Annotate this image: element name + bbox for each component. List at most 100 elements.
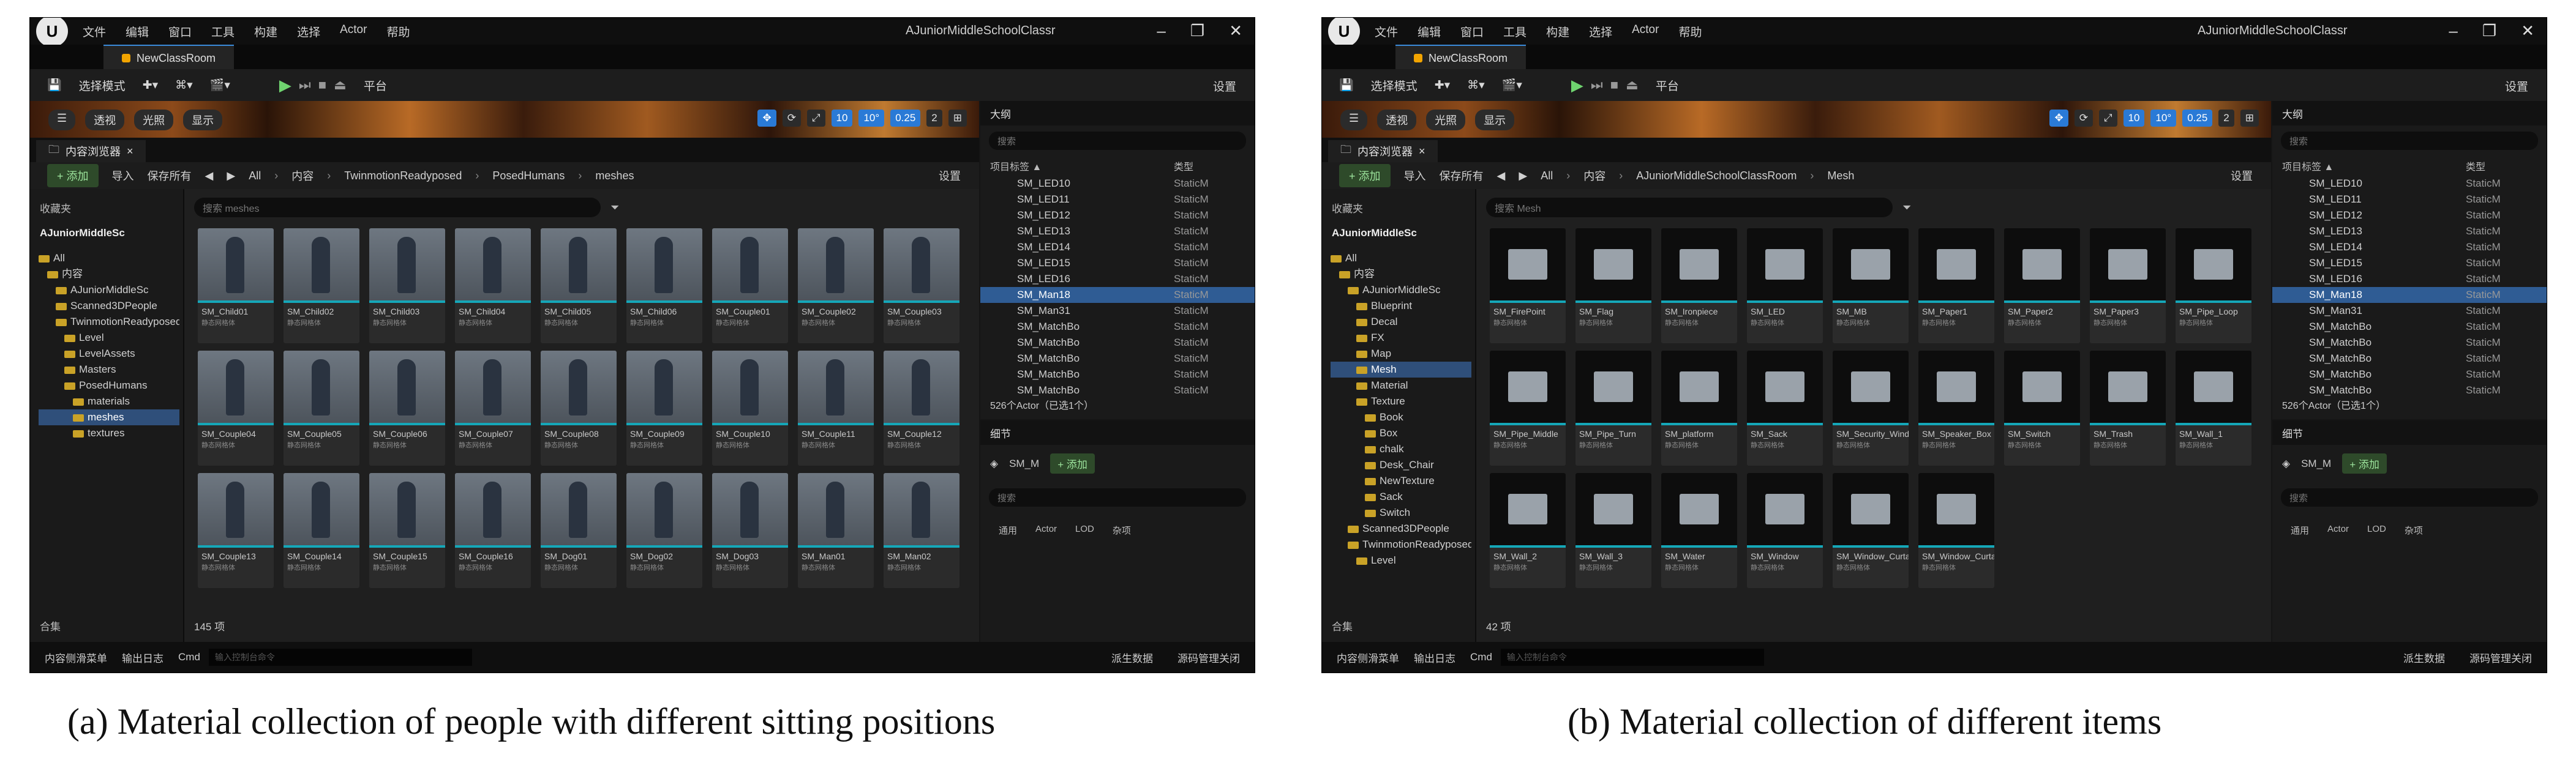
- outliner-row[interactable]: SM_LED14 StaticM: [2272, 239, 2547, 255]
- scale-icon[interactable]: ⤢: [2098, 110, 2117, 127]
- asset-tile[interactable]: SM_Couple12 静态网格体: [884, 351, 959, 466]
- add-button[interactable]: + 添加: [1339, 164, 1391, 187]
- step-icon[interactable]: ⏭: [299, 77, 311, 93]
- favorites-header[interactable]: 收藏夹: [40, 200, 71, 215]
- asset-tile[interactable]: SM_Couple05 静态网格体: [284, 351, 359, 466]
- history-back-icon[interactable]: ◀: [205, 170, 214, 182]
- scale-icon[interactable]: ⤢: [806, 110, 825, 127]
- folder-tree-item[interactable]: Map: [1331, 346, 1471, 362]
- breadcrumb-all[interactable]: All: [249, 170, 261, 182]
- asset-tile[interactable]: SM_Dog01 静态网格体: [541, 473, 617, 588]
- outliner-row[interactable]: SM_LED10 StaticM: [2272, 176, 2547, 192]
- asset-tile[interactable]: SM_Ironpiece 静态网格体: [1661, 228, 1737, 343]
- menu-item-5[interactable]: 选择: [297, 23, 320, 40]
- add-actor-icon[interactable]: ✚▾: [143, 78, 158, 92]
- asset-tile[interactable]: SM_Dog03 静态网格体: [712, 473, 788, 588]
- viewport[interactable]: ☰ 透视 光照 显示 ✥ ⟳ ⤢ 10 10° 0.25 2 ⊞: [30, 101, 979, 138]
- asset-tile[interactable]: SM_Child06 静态网格体: [626, 228, 702, 343]
- content-settings-button[interactable]: 设置: [2231, 168, 2253, 184]
- asset-tile[interactable]: SM_Couple10 静态网格体: [712, 351, 788, 466]
- folder-tree-item[interactable]: Switch: [1331, 505, 1471, 521]
- folder-tree-item[interactable]: All: [39, 250, 179, 266]
- folder-tree-item[interactable]: Material: [1331, 378, 1471, 393]
- outliner-row[interactable]: SM_LED15 StaticM: [980, 255, 1255, 271]
- perspective-button[interactable]: 透视: [1377, 110, 1417, 130]
- menu-item-3[interactable]: 工具: [1503, 23, 1526, 40]
- asset-tile[interactable]: SM_Water 静态网格体: [1661, 473, 1737, 588]
- column-type[interactable]: 类型: [1174, 158, 1193, 173]
- outliner-row[interactable]: SM_MatchBo StaticM: [980, 335, 1255, 351]
- move-icon[interactable]: ✥: [2049, 110, 2068, 127]
- add-actor-icon[interactable]: ✚▾: [1435, 78, 1450, 92]
- folder-tree-item[interactable]: Level: [1331, 553, 1471, 568]
- asset-tile[interactable]: SM_Switch 静态网格体: [2004, 351, 2080, 466]
- column-label[interactable]: 项目标签 ▲: [2282, 158, 2466, 173]
- select-mode-dropdown[interactable]: 选择模式: [79, 77, 126, 94]
- breadcrumb-content[interactable]: 内容: [1583, 168, 1605, 184]
- cmd-dropdown[interactable]: Cmd: [178, 651, 200, 663]
- close-icon[interactable]: ×: [1419, 145, 1425, 158]
- cinematics-icon[interactable]: 🎬▾: [210, 78, 230, 92]
- asset-tile[interactable]: SM_Window_Curtains 静态网格体: [1833, 473, 1909, 588]
- outliner-row[interactable]: SM_Man18 StaticM: [2272, 287, 2547, 303]
- asset-tile[interactable]: SM_Couple06 静态网格体: [369, 351, 445, 466]
- outliner-search-input[interactable]: 搜索: [2281, 132, 2538, 150]
- menu-item-4[interactable]: 构建: [1546, 23, 1569, 40]
- folder-tree-item[interactable]: Scanned3DPeople: [39, 298, 179, 314]
- favorites-header[interactable]: 收藏夹: [1332, 200, 1363, 215]
- output-log-button[interactable]: 输出日志: [1414, 650, 1455, 665]
- blueprint-icon[interactable]: ⌘▾: [1467, 78, 1485, 92]
- filter-icon[interactable]: ⏷: [610, 201, 619, 214]
- show-button[interactable]: 显示: [183, 110, 223, 130]
- stop-icon[interactable]: ■: [318, 77, 326, 93]
- grid-snap-value[interactable]: 10: [2123, 110, 2145, 127]
- folder-tree-item[interactable]: Book: [1331, 409, 1471, 425]
- asset-tile[interactable]: SM_Wall_3 静态网格体: [1575, 473, 1651, 588]
- breadcrumb-item[interactable]: TwinmotionReadyposed: [344, 170, 462, 182]
- folder-tree-item[interactable]: Scanned3DPeople: [1331, 521, 1471, 537]
- close-button[interactable]: ✕: [1229, 21, 1242, 40]
- menu-item-2[interactable]: 窗口: [168, 23, 192, 40]
- folder-tree-item[interactable]: 内容: [1331, 266, 1471, 282]
- folder-tree-item[interactable]: Blueprint: [1331, 298, 1471, 314]
- menu-item-5[interactable]: 选择: [1589, 23, 1612, 40]
- outliner-row[interactable]: SM_LED10 StaticM: [980, 176, 1255, 192]
- maximize-button[interactable]: ❐: [1190, 21, 1204, 40]
- derived-data-button[interactable]: 派生数据: [1111, 650, 1153, 665]
- folder-tree-item[interactable]: TwinmotionReadyposed: [1331, 537, 1471, 553]
- output-log-button[interactable]: 输出日志: [122, 650, 163, 665]
- import-button[interactable]: 导入: [1404, 168, 1426, 184]
- menu-item-0[interactable]: 文件: [83, 23, 106, 40]
- outliner-row[interactable]: SM_LED16 StaticM: [980, 271, 1255, 287]
- outliner-search-input[interactable]: 搜索: [989, 132, 1246, 150]
- save-all-button[interactable]: 保存所有: [1440, 168, 1484, 184]
- asset-tile[interactable]: SM_Couple16 静态网格体: [455, 473, 531, 588]
- folder-tree-item[interactable]: textures: [39, 425, 179, 441]
- folder-tree-item[interactable]: Texture: [1331, 393, 1471, 409]
- asset-tile[interactable]: SM_Couple09 静态网格体: [626, 351, 702, 466]
- grid-snap-value[interactable]: 10: [831, 110, 853, 127]
- save-button[interactable]: 💾: [1339, 78, 1354, 92]
- asset-tile[interactable]: SM_Paper1 静态网格体: [1918, 228, 1994, 343]
- perspective-button[interactable]: 透视: [85, 110, 125, 130]
- outliner-row[interactable]: SM_LED16 StaticM: [2272, 271, 2547, 287]
- asset-tile[interactable]: SM_Paper3 静态网格体: [2090, 228, 2166, 343]
- menu-icon[interactable]: ☰: [1340, 110, 1368, 130]
- asset-tile[interactable]: SM_FirePoint 静态网格体: [1490, 228, 1566, 343]
- asset-search-input[interactable]: 搜索 meshes: [194, 198, 601, 217]
- close-button[interactable]: ✕: [2521, 21, 2534, 40]
- folder-tree-item[interactable]: Box: [1331, 425, 1471, 441]
- source-control-button[interactable]: 源码管理关闭: [1177, 650, 1240, 665]
- asset-tile[interactable]: SM_Flag 静态网格体: [1575, 228, 1651, 343]
- outliner-row[interactable]: SM_LED14 StaticM: [980, 239, 1255, 255]
- outliner-row[interactable]: SM_LED11 StaticM: [2272, 192, 2547, 207]
- asset-tile[interactable]: SM_Sack 静态网格体: [1747, 351, 1823, 466]
- folder-tree-item[interactable]: materials: [39, 393, 179, 409]
- stop-icon[interactable]: ■: [1610, 77, 1618, 93]
- content-settings-button[interactable]: 设置: [939, 168, 961, 184]
- scale-snap-value[interactable]: 0.25: [2182, 110, 2213, 127]
- breadcrumb-item[interactable]: AJuniorMiddleSchoolClassRoom: [1636, 170, 1797, 182]
- asset-tile[interactable]: SM_Child03 静态网格体: [369, 228, 445, 343]
- layout-icon[interactable]: ⊞: [2240, 110, 2259, 127]
- angle-snap-value[interactable]: 10°: [2150, 110, 2177, 127]
